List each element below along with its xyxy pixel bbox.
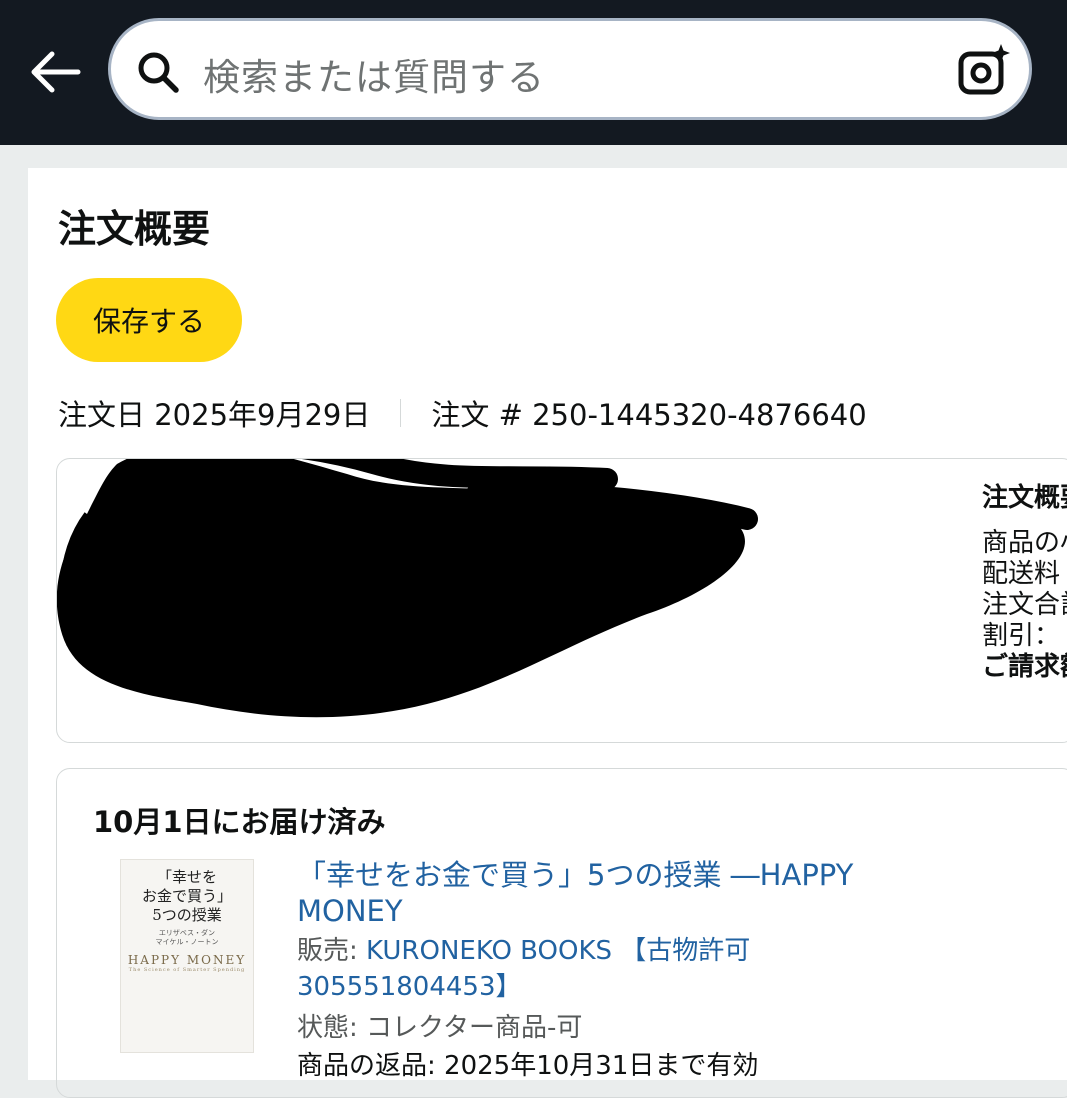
summary-discount: 割引： bbox=[982, 621, 1061, 651]
order-number: 注文 # 250-1445320-4876640 bbox=[431, 398, 867, 432]
cover-title-line: お金で買う」 bbox=[141, 887, 232, 905]
cover-title-line: 「幸せを bbox=[156, 868, 217, 886]
camera-search-icon[interactable] bbox=[956, 43, 1012, 99]
search-input[interactable]: 検索または質問する bbox=[203, 47, 545, 101]
cover-author: マイケル・ノートン bbox=[155, 938, 219, 946]
cover-english-subtitle: The Science of Smarter Spending bbox=[128, 967, 246, 973]
order-summary-heading: 注文概要 bbox=[982, 483, 1067, 513]
cover-english-title: HAPPY MONEY bbox=[127, 953, 247, 967]
order-summary-column: 注文概要 商品の小計： 配送料・手数料： 注文合計： 割引： ご請求額： bbox=[982, 483, 1067, 733]
search-bar[interactable]: 検索または質問する bbox=[108, 18, 1032, 120]
order-details-card: 注文概要 保存する 注文日 2025年9月29日 注文 # 250-144532… bbox=[28, 168, 1067, 1098]
save-button[interactable]: 保存する bbox=[56, 278, 242, 362]
summary-shipping: 配送料・手数料： bbox=[982, 559, 1067, 589]
summary-total: 注文合計： bbox=[982, 590, 1067, 620]
product-title-link[interactable]: 「幸せをお金で買う」5つの授業 ―HAPPY MONEY bbox=[297, 857, 937, 929]
return-window: 商品の返品: 2025年10月31日まで有効 bbox=[297, 1051, 759, 1081]
divider bbox=[400, 399, 402, 427]
redaction-scribble bbox=[57, 459, 758, 718]
seller-prefix: 販売: bbox=[297, 936, 367, 966]
shipment-box: 10月1日にお届け済み 「幸せを お金で買う」 5つの授業 エリザベス・ダン マ… bbox=[56, 768, 1067, 1098]
cover-author: エリザベス・ダン bbox=[158, 929, 216, 937]
item-condition: 状態: コレクター商品-可 bbox=[297, 1013, 583, 1043]
order-info-box: 支払い方法 Vi 注文概要 商品の小計： 配送料・手数料： 注文合計： 割引： … bbox=[56, 458, 1067, 743]
seller-line: 販売: KURONEKO BOOKS 【古物許可305551804453】 bbox=[297, 933, 857, 1005]
top-header: 検索または質問する bbox=[0, 0, 1067, 145]
summary-grand-total: ご請求額： bbox=[982, 652, 1067, 682]
page-title: 注文概要 bbox=[58, 207, 211, 251]
book-cover-image[interactable]: 「幸せを お金で買う」 5つの授業 エリザベス・ダン マイケル・ノートン HAP… bbox=[120, 859, 254, 1053]
delivery-status: 10月1日にお届け済み bbox=[93, 805, 386, 839]
search-icon bbox=[138, 52, 179, 93]
order-meta: 注文日 2025年9月29日 注文 # 250-1445320-4876640 bbox=[58, 392, 867, 434]
back-arrow-icon[interactable] bbox=[28, 46, 82, 98]
cover-title-line: 5つの授業 bbox=[152, 906, 222, 924]
order-date: 注文日 2025年9月29日 bbox=[58, 398, 371, 432]
summary-subtotal: 商品の小計： bbox=[982, 528, 1067, 558]
